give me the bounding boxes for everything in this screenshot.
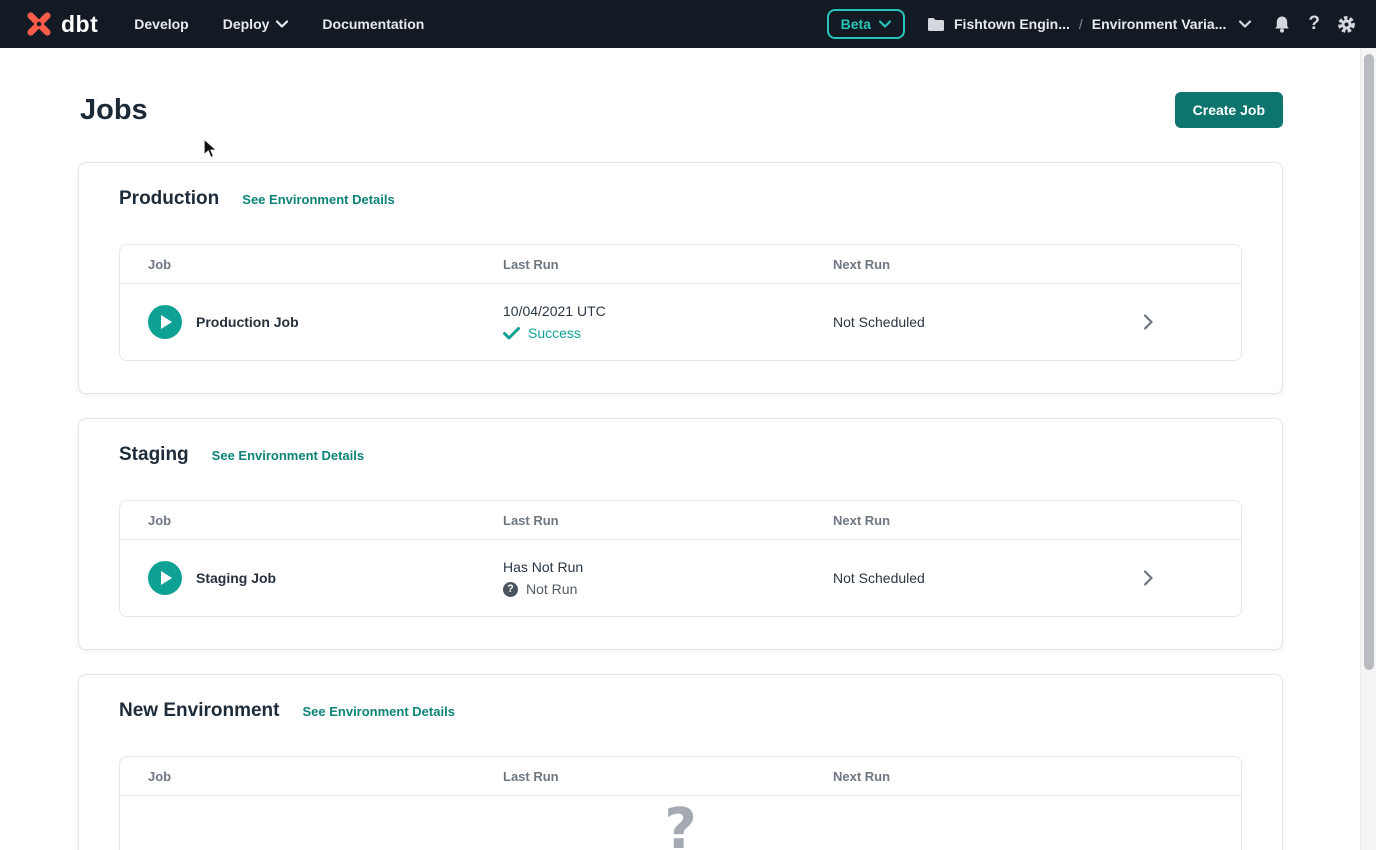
job-name: Production Job bbox=[196, 314, 299, 330]
environment-name: Staging bbox=[119, 444, 189, 466]
play-icon bbox=[161, 315, 172, 329]
chevron-right-icon[interactable] bbox=[1143, 314, 1153, 330]
help-icon[interactable]: ? bbox=[1308, 13, 1320, 35]
breadcrumb: Fishtown Engin... / Environment Varia... bbox=[927, 16, 1251, 32]
breadcrumb-section[interactable]: Environment Varia... bbox=[1092, 16, 1227, 32]
column-header-job: Job bbox=[120, 769, 475, 784]
jobs-table-header: Job Last Run Next Run bbox=[120, 245, 1241, 284]
notifications-bell-icon[interactable] bbox=[1273, 15, 1291, 34]
page-title: Jobs bbox=[78, 94, 148, 127]
jobs-table-header: Job Last Run Next Run bbox=[120, 757, 1241, 796]
see-environment-details-link[interactable]: See Environment Details bbox=[302, 704, 454, 719]
nav-item-develop[interactable]: Develop bbox=[134, 16, 188, 32]
success-check-icon bbox=[503, 327, 520, 340]
nav-icon-group: ? bbox=[1273, 13, 1356, 35]
environment-header: Production See Environment Details bbox=[119, 188, 1242, 210]
title-row: Jobs Create Job bbox=[78, 92, 1283, 128]
last-run-date: Has Not Run bbox=[503, 559, 805, 575]
run-job-play-button[interactable] bbox=[148, 305, 182, 339]
jobs-table: Job Last Run Next Run ? bbox=[119, 756, 1242, 850]
next-run-value: Not Scheduled bbox=[805, 570, 1055, 586]
chevron-down-icon[interactable] bbox=[1239, 20, 1251, 28]
column-header-last-run: Last Run bbox=[475, 769, 805, 784]
jobs-table: Job Last Run Next Run Production Job 10/… bbox=[119, 244, 1242, 361]
column-header-last-run: Last Run bbox=[475, 513, 805, 528]
column-header-last-run: Last Run bbox=[475, 257, 805, 272]
column-header-job: Job bbox=[120, 513, 475, 528]
column-header-next-run: Next Run bbox=[805, 513, 1055, 528]
folder-icon bbox=[927, 17, 945, 32]
see-environment-details-link[interactable]: See Environment Details bbox=[212, 448, 364, 463]
empty-jobs-state: ? bbox=[120, 796, 1241, 850]
column-header-next-run: Next Run bbox=[805, 769, 1055, 784]
dbt-logo-icon bbox=[24, 9, 54, 39]
chevron-down-icon bbox=[276, 20, 288, 28]
column-header-next-run: Next Run bbox=[805, 257, 1055, 272]
brand-wordmark: dbt bbox=[61, 11, 98, 38]
chevron-down-icon bbox=[879, 20, 891, 28]
last-run-status: Success bbox=[503, 325, 805, 341]
job-name: Staging Job bbox=[196, 570, 276, 586]
environment-card-staging: Staging See Environment Details Job Last… bbox=[78, 418, 1283, 650]
jobs-table: Job Last Run Next Run Staging Job Has No… bbox=[119, 500, 1242, 617]
breadcrumb-separator: / bbox=[1079, 16, 1083, 32]
environment-header: New Environment See Environment Details bbox=[119, 700, 1242, 722]
beta-dropdown-button[interactable]: Beta bbox=[827, 9, 905, 39]
chevron-right-icon[interactable] bbox=[1143, 570, 1153, 586]
last-run-date: 10/04/2021 UTC bbox=[503, 303, 805, 319]
create-job-button[interactable]: Create Job bbox=[1175, 92, 1283, 128]
environment-card-production: Production See Environment Details Job L… bbox=[78, 162, 1283, 394]
empty-state-question-icon: ? bbox=[664, 802, 696, 850]
top-nav: dbt Develop Deploy Documentation Beta Fi… bbox=[0, 0, 1376, 48]
main-content: Jobs Create Job Production See Environme… bbox=[78, 92, 1283, 850]
job-row-production-job[interactable]: Production Job 10/04/2021 UTC Success No… bbox=[120, 284, 1241, 360]
status-label: Not Run bbox=[526, 581, 577, 597]
dbt-logo[interactable]: dbt bbox=[24, 9, 98, 39]
breadcrumb-project[interactable]: Fishtown Engin... bbox=[954, 16, 1070, 32]
nav-item-deploy-label: Deploy bbox=[223, 16, 270, 32]
column-header-job: Job bbox=[120, 257, 475, 272]
run-job-play-button[interactable] bbox=[148, 561, 182, 595]
play-icon bbox=[161, 571, 172, 585]
environment-header: Staging See Environment Details bbox=[119, 444, 1242, 466]
see-environment-details-link[interactable]: See Environment Details bbox=[242, 192, 394, 207]
jobs-table-header: Job Last Run Next Run bbox=[120, 501, 1241, 540]
nav-right-cluster: Beta Fishtown Engin... / Environment Var… bbox=[827, 9, 1356, 39]
environment-name: Production bbox=[119, 188, 219, 210]
nav-item-documentation[interactable]: Documentation bbox=[322, 16, 424, 32]
nav-menu: Develop Deploy Documentation bbox=[134, 16, 424, 32]
environment-name: New Environment bbox=[119, 700, 279, 722]
beta-label: Beta bbox=[841, 16, 871, 32]
settings-gear-icon[interactable] bbox=[1337, 15, 1356, 34]
status-label: Success bbox=[528, 325, 581, 341]
next-run-value: Not Scheduled bbox=[805, 314, 1055, 330]
scrollbar-track bbox=[1360, 48, 1376, 850]
scrollbar-thumb[interactable] bbox=[1364, 54, 1374, 670]
job-row-staging-job[interactable]: Staging Job Has Not Run ? Not Run Not Sc… bbox=[120, 540, 1241, 616]
environment-card-new-environment: New Environment See Environment Details … bbox=[78, 674, 1283, 850]
nav-item-develop-label: Develop bbox=[134, 16, 188, 32]
nav-item-deploy[interactable]: Deploy bbox=[223, 16, 289, 32]
last-run-status: ? Not Run bbox=[503, 581, 805, 597]
not-run-question-icon: ? bbox=[503, 582, 518, 597]
nav-item-documentation-label: Documentation bbox=[322, 16, 424, 32]
